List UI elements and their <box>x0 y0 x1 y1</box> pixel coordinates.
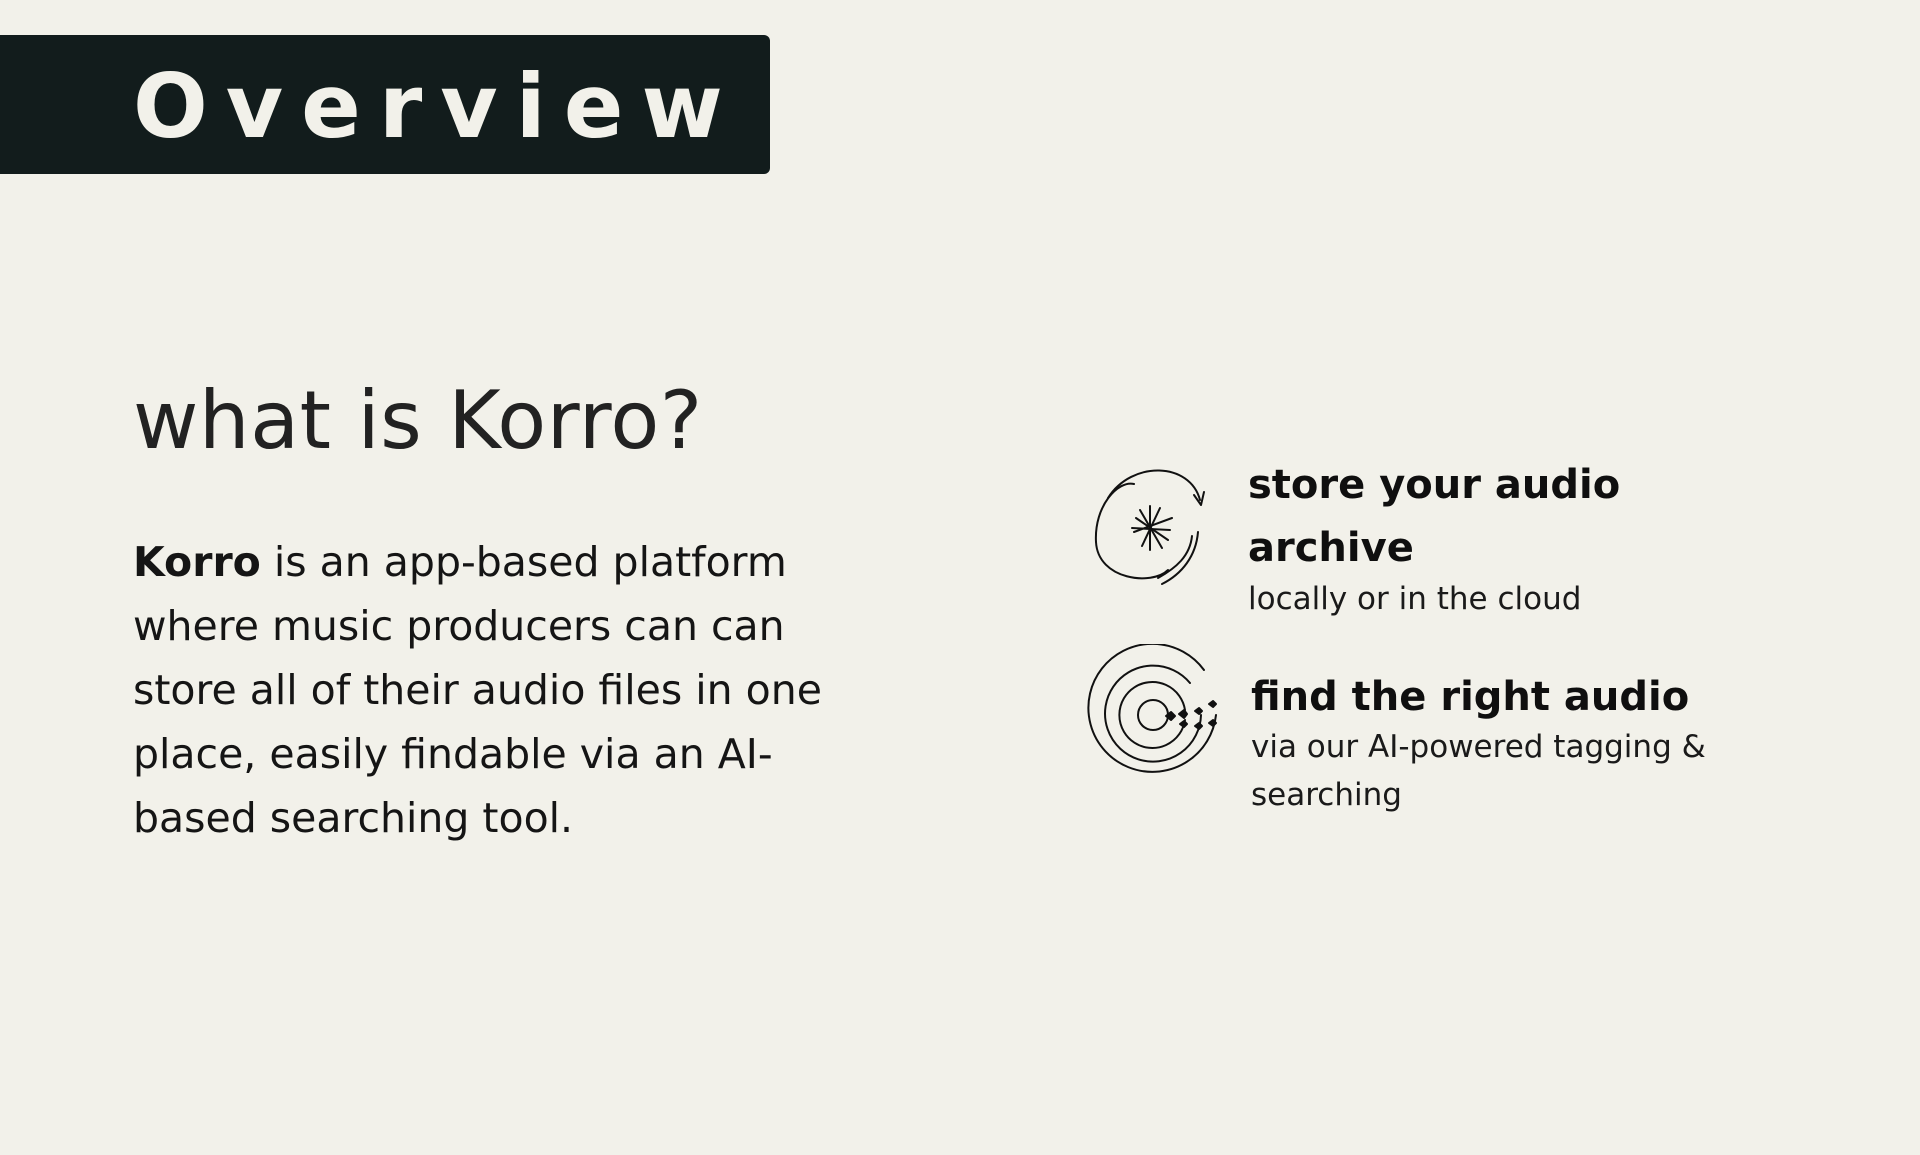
brand-name: Korro <box>133 538 261 586</box>
feature-text: find the right audio via our AI-powered … <box>1251 666 1721 819</box>
feature-subtitle: locally or in the cloud <box>1248 581 1582 617</box>
overview-banner: Overview <box>0 35 770 174</box>
target-rings-icon <box>1087 644 1217 773</box>
section-heading: what is Korro? <box>133 374 703 467</box>
feature-subtitle: via our AI-powered tagging & searching <box>1251 729 1706 813</box>
cycle-spark-icon <box>1094 469 1205 585</box>
banner-title: Overview <box>133 55 741 158</box>
feature-text: store your audio archive locally or in t… <box>1248 454 1648 623</box>
feature-title: store your audio archive <box>1248 462 1621 571</box>
feature-title: find the right audio <box>1251 674 1690 720</box>
intro-description: Korro is an app-based platform where mus… <box>133 530 833 850</box>
